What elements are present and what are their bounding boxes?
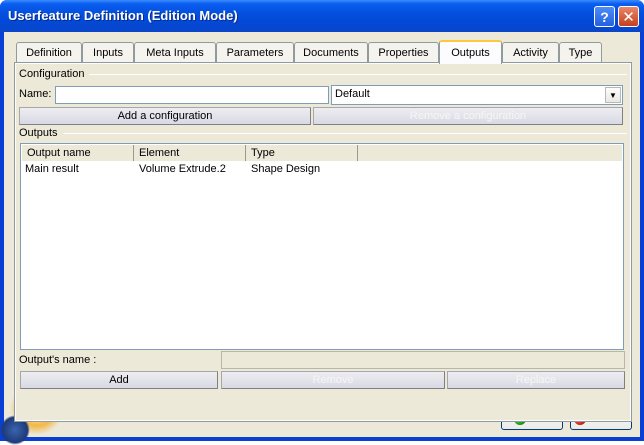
column-header-element[interactable]: Element [134,145,246,161]
tab-activity[interactable]: Activity [502,42,559,63]
remove-output-button[interactable]: Remove [221,371,445,389]
tab-meta-inputs[interactable]: Meta Inputs [134,42,216,63]
chevron-down-icon[interactable]: ▼ [605,87,621,103]
configuration-select-value: Default [335,88,370,100]
remove-configuration-button[interactable]: Remove a configuration [313,107,623,125]
configuration-name-input[interactable] [55,86,329,104]
tab-type[interactable]: Type [559,42,602,63]
add-output-button[interactable]: Add [20,371,218,389]
cell-output-name: Main result [25,163,79,175]
tab-documents[interactable]: Documents [294,42,368,63]
configuration-group-label: Configuration [19,68,85,80]
outputs-list[interactable]: Output name Element Type Main result Vol… [20,143,624,350]
table-row[interactable]: Main result Volume Extrude.2 Shape Desig… [22,162,622,176]
outputs-tab-pane: Configuration Name: Default ▼ Add a conf… [14,62,632,422]
output-name-label: Output's name : [19,354,97,366]
column-header-output-name[interactable]: Output name [22,145,134,161]
help-button[interactable]: ? [594,6,615,27]
tab-parameters[interactable]: Parameters [216,42,294,63]
output-name-input[interactable] [221,351,625,369]
column-header-type[interactable]: Type [246,145,358,161]
tab-definition[interactable]: Definition [16,42,82,63]
outputs-list-header: Output name Element Type [22,145,622,161]
tab-outputs[interactable]: Outputs [439,40,502,64]
window-title: Userfeature Definition (Edition Mode) [8,8,238,23]
outputs-group-label: Outputs [19,127,58,139]
cell-type: Shape Design [251,163,321,175]
name-label: Name: [19,88,52,100]
configuration-divider [89,74,627,75]
title-bar[interactable]: Userfeature Definition (Edition Mode) ? … [0,0,644,32]
replace-output-button[interactable]: Replace [447,371,625,389]
dialog-window: Userfeature Definition (Edition Mode) ? … [0,0,644,445]
dialog-body: Definition Inputs Meta Inputs Parameters… [4,32,640,437]
cell-element: Volume Extrude.2 [139,163,226,175]
outputs-divider [63,133,627,134]
tab-properties[interactable]: Properties [368,42,439,63]
close-button[interactable]: ✕ [618,6,639,27]
tab-inputs[interactable]: Inputs [82,42,134,63]
configuration-select[interactable]: Default ▼ [331,85,623,105]
add-configuration-button[interactable]: Add a configuration [19,107,311,125]
